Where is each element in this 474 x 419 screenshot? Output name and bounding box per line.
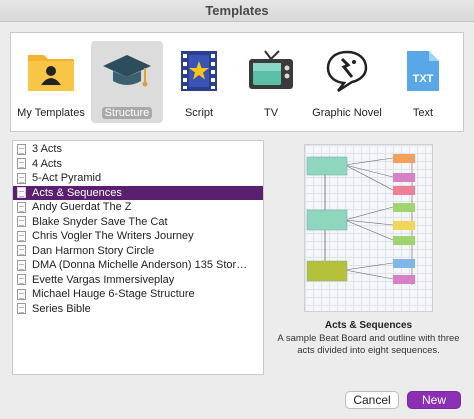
document-icon xyxy=(17,230,26,242)
txt-file-icon: TXT xyxy=(393,41,453,101)
category-label: Graphic Novel xyxy=(312,107,382,119)
document-icon xyxy=(17,172,26,184)
list-item-label: Dan Harmon Story Circle xyxy=(32,244,155,257)
folder-person-icon xyxy=(21,41,81,101)
document-icon xyxy=(17,201,26,213)
list-item-label: DMA (Donna Michelle Anderson) 135 Stor… xyxy=(32,259,248,272)
list-item[interactable]: Blake Snyder Save The Cat xyxy=(13,215,263,230)
document-icon xyxy=(17,216,26,228)
list-item-label: Michael Hauge 6-Stage Structure xyxy=(32,288,195,301)
list-item-selected[interactable]: Acts & Sequences xyxy=(13,185,263,200)
preview-title: Acts & Sequences xyxy=(324,320,413,331)
document-icon xyxy=(17,274,26,286)
template-preview: Acts & Sequences A sample Beat Board and… xyxy=(273,140,464,375)
list-item[interactable]: Series Bible xyxy=(13,302,263,317)
category-my-templates[interactable]: My Templates xyxy=(15,41,87,123)
category-label: Text xyxy=(412,107,434,119)
document-icon xyxy=(17,158,26,170)
category-graphic-novel[interactable]: Graphic Novel xyxy=(311,41,383,123)
comic-bubble-icon xyxy=(317,41,377,101)
document-icon xyxy=(17,303,26,315)
list-item[interactable]: Michael Hauge 6-Stage Structure xyxy=(13,287,263,302)
film-strip-icon xyxy=(169,41,229,101)
list-item-label: Series Bible xyxy=(32,302,91,315)
window-titlebar: Templates xyxy=(0,0,474,22)
category-label: Structure xyxy=(101,107,153,119)
template-list: 3 Acts 4 Acts 5-Act Pyramid Acts & Seque… xyxy=(12,140,264,375)
preview-thumbnail xyxy=(304,144,433,312)
list-item[interactable]: Chris Vogler The Writers Journey xyxy=(13,229,263,244)
category-label: My Templates xyxy=(17,107,85,119)
document-icon xyxy=(17,143,26,155)
category-label: TV xyxy=(263,107,279,119)
document-icon xyxy=(17,259,26,271)
category-script[interactable]: Script xyxy=(163,41,235,123)
category-structure[interactable]: Structure xyxy=(91,41,163,123)
list-item-label: Andy Guerdat The Z xyxy=(32,201,132,214)
svg-text:TXT: TXT xyxy=(413,73,434,85)
category-tv[interactable]: TV xyxy=(235,41,307,123)
document-icon xyxy=(17,245,26,257)
list-item-label: Evette Vargas Immersiveplay xyxy=(32,273,175,286)
category-text[interactable]: TXT Text xyxy=(387,41,459,123)
list-item-label: 3 Acts xyxy=(32,143,62,156)
list-item[interactable]: Andy Guerdat The Z xyxy=(13,200,263,215)
list-item-label: Blake Snyder Save The Cat xyxy=(32,215,168,228)
preview-description: A sample Beat Board and outline with thr… xyxy=(277,333,460,356)
cancel-button[interactable]: Cancel xyxy=(345,391,399,409)
list-item[interactable]: 3 Acts xyxy=(13,142,263,157)
list-item[interactable]: Dan Harmon Story Circle xyxy=(13,244,263,259)
graduation-cap-icon xyxy=(97,41,157,101)
list-item-label: 5-Act Pyramid xyxy=(32,172,102,185)
list-item[interactable]: 5-Act Pyramid xyxy=(13,171,263,186)
list-item-label: Acts & Sequences xyxy=(32,186,122,199)
document-icon xyxy=(17,187,26,199)
list-item[interactable]: Evette Vargas Immersiveplay xyxy=(13,273,263,288)
window-title: Templates xyxy=(205,3,269,18)
tv-icon xyxy=(241,41,301,101)
list-item-label: Chris Vogler The Writers Journey xyxy=(32,230,194,243)
category-label: Script xyxy=(184,107,214,119)
list-item[interactable]: 4 Acts xyxy=(13,157,263,172)
list-item-label: 4 Acts xyxy=(32,157,62,170)
category-gallery: My Templates Structure Script TV Graphic… xyxy=(10,32,464,132)
document-icon xyxy=(17,288,26,300)
list-item[interactable]: DMA (Donna Michelle Anderson) 135 Stor… xyxy=(13,258,263,273)
new-button[interactable]: New xyxy=(407,391,461,409)
